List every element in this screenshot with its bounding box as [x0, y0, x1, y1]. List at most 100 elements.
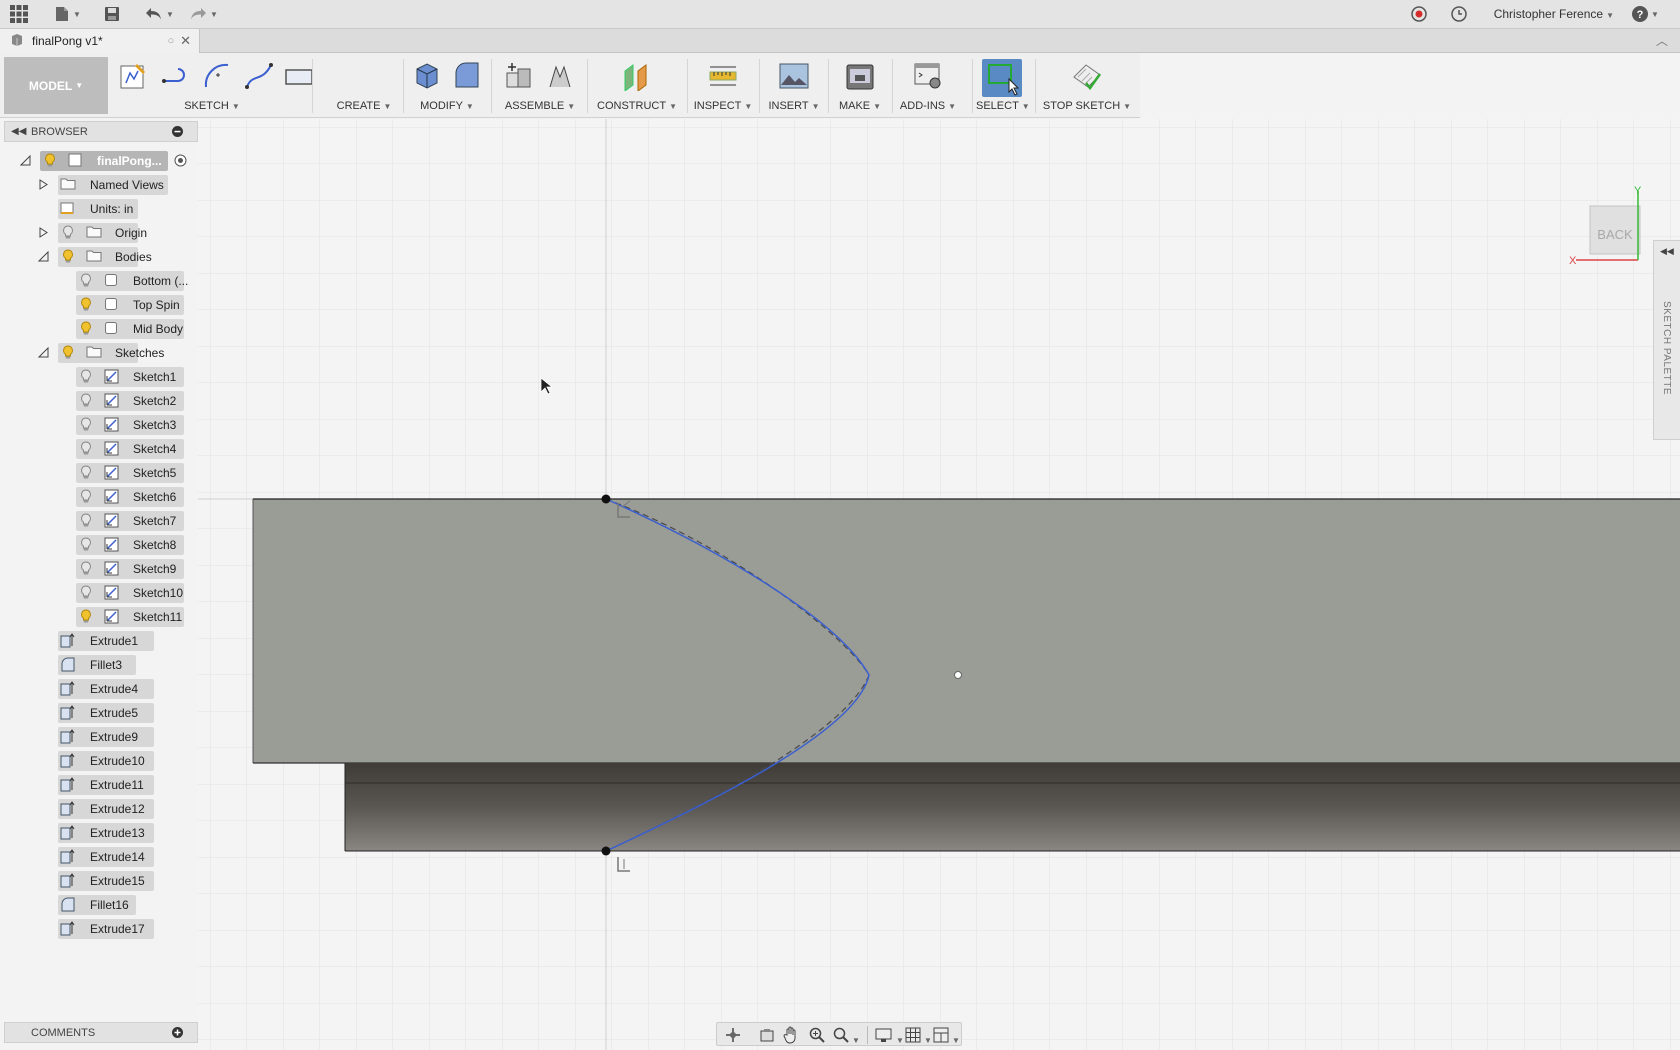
assemble-group[interactable]: ASSEMBLE ▼: [498, 53, 582, 118]
make-group[interactable]: MAKE ▼: [832, 53, 888, 118]
sketch-item[interactable]: Sketch2: [0, 390, 198, 411]
timeline-feature[interactable]: Extrude11: [0, 774, 198, 795]
grid-settings-icon[interactable]: ▼: [905, 1027, 932, 1046]
spline-tool-icon[interactable]: [244, 61, 274, 91]
expand-arrow-icon[interactable]: [38, 179, 49, 190]
modify-group[interactable]: MODIFY ▼: [408, 53, 486, 118]
addins-group[interactable]: ADD-INS ▼: [896, 53, 960, 118]
timeline-feature[interactable]: Extrude10: [0, 750, 198, 771]
document-tab[interactable]: finalPong v1* ○ ✕: [0, 29, 200, 53]
timeline-feature[interactable]: Extrude4: [0, 678, 198, 699]
named-views-folder[interactable]: Named Views: [0, 174, 198, 195]
user-account-menu[interactable]: Christopher Ference ▼: [1494, 7, 1614, 21]
sketch-point[interactable]: [954, 671, 962, 679]
timeline-feature[interactable]: Extrude5: [0, 702, 198, 723]
comments-panel[interactable]: COMMENTS: [4, 1022, 198, 1043]
press-pull-icon[interactable]: [412, 61, 442, 91]
sketch-group[interactable]: SKETCH ▼: [112, 53, 314, 118]
sketch-item[interactable]: Sketch11: [0, 606, 198, 627]
visibility-bulb-icon[interactable]: [80, 321, 92, 336]
sketch-item[interactable]: Sketch4: [0, 438, 198, 459]
record-icon[interactable]: [1411, 4, 1427, 24]
sketch-item[interactable]: Sketch7: [0, 510, 198, 531]
collapse-arrow-icon[interactable]: [37, 346, 49, 358]
visibility-bulb-icon[interactable]: [80, 489, 92, 504]
origin-folder[interactable]: Origin: [0, 222, 198, 243]
zoom-icon[interactable]: [809, 1027, 825, 1046]
visibility-bulb-icon[interactable]: [80, 537, 92, 552]
display-settings-icon[interactable]: ▼: [875, 1027, 904, 1046]
visibility-bulb-icon[interactable]: [80, 465, 92, 480]
rectangle-tool-icon[interactable]: [284, 61, 314, 91]
visibility-bulb-icon[interactable]: [80, 513, 92, 528]
sketch-item[interactable]: Sketch8: [0, 534, 198, 555]
sketches-folder[interactable]: Sketches: [0, 342, 198, 363]
create-sketch-icon[interactable]: [118, 61, 148, 91]
visibility-bulb-icon[interactable]: [62, 249, 74, 264]
create-menu[interactable]: CREATE ▼: [326, 53, 402, 118]
redo-icon[interactable]: ▼: [189, 4, 218, 24]
close-tab-icon[interactable]: ✕: [180, 33, 191, 49]
workspace-switcher[interactable]: MODEL ▼: [4, 57, 108, 114]
spline-endpoint-bottom[interactable]: [601, 846, 611, 856]
measure-icon[interactable]: [708, 61, 738, 91]
sketch-palette-tab[interactable]: ◀◀ SKETCH PALETTE: [1653, 240, 1680, 440]
sketch-item[interactable]: Sketch6: [0, 486, 198, 507]
look-at-icon[interactable]: [759, 1027, 775, 1046]
body-item[interactable]: Top Spin: [0, 294, 198, 315]
visibility-bulb-icon[interactable]: [80, 441, 92, 456]
visibility-bulb-icon[interactable]: [80, 561, 92, 576]
sketch-item[interactable]: Sketch10: [0, 582, 198, 603]
expand-palette-icon[interactable]: ◀◀: [1660, 246, 1674, 257]
add-comment-icon[interactable]: [172, 1027, 183, 1041]
fit-icon[interactable]: ▼: [833, 1027, 860, 1046]
mid-body-face[interactable]: [345, 763, 1680, 851]
activate-component-icon[interactable]: [174, 154, 187, 170]
visibility-bulb-icon[interactable]: [80, 297, 92, 312]
body-item[interactable]: Mid Body: [0, 318, 198, 339]
save-icon[interactable]: [104, 4, 120, 24]
undo-icon[interactable]: ▼: [145, 4, 174, 24]
timeline-feature[interactable]: Extrude14: [0, 846, 198, 867]
timeline-feature[interactable]: Extrude1: [0, 630, 198, 651]
select-tool-icon[interactable]: [982, 59, 1022, 97]
visibility-bulb-icon[interactable]: [80, 417, 92, 432]
arc-tool-icon[interactable]: [202, 61, 232, 91]
units-setting[interactable]: Units: in: [0, 198, 198, 219]
design-canvas[interactable]: BACK X Y: [198, 119, 1680, 1050]
line-tool-icon[interactable]: [160, 61, 190, 91]
help-icon[interactable]: ? ▼: [1632, 4, 1659, 24]
visibility-bulb-icon[interactable]: [62, 225, 74, 240]
insert-group[interactable]: INSERT ▼: [764, 53, 824, 118]
3d-print-icon[interactable]: [845, 61, 875, 91]
stop-sketch-group[interactable]: STOP SKETCH ▼: [1040, 53, 1134, 118]
sketch-item[interactable]: Sketch9: [0, 558, 198, 579]
joint-icon[interactable]: [546, 61, 576, 91]
top-body-face[interactable]: [253, 499, 1680, 763]
expand-arrow-icon[interactable]: [38, 227, 49, 238]
fillet-icon[interactable]: [452, 61, 482, 91]
file-menu-icon[interactable]: ▼: [54, 4, 81, 24]
sketch-item[interactable]: Sketch1: [0, 366, 198, 387]
visibility-bulb-icon[interactable]: [80, 609, 92, 624]
visibility-bulb-icon[interactable]: [80, 273, 92, 288]
sketch-item[interactable]: Sketch5: [0, 462, 198, 483]
browser-root-document[interactable]: finalPong...: [0, 150, 198, 171]
timeline-feature[interactable]: Extrude12: [0, 798, 198, 819]
timeline-feature[interactable]: Extrude13: [0, 822, 198, 843]
visibility-bulb-icon[interactable]: [80, 393, 92, 408]
visibility-bulb-icon[interactable]: [80, 369, 92, 384]
viewports-icon[interactable]: ▼: [933, 1027, 960, 1046]
insert-image-icon[interactable]: [779, 61, 809, 91]
timeline-feature[interactable]: Extrude17: [0, 918, 198, 939]
orbit-icon[interactable]: [725, 1027, 743, 1046]
inspect-group[interactable]: INSPECT ▼: [692, 53, 754, 118]
browser-header[interactable]: ◀◀ BROWSER: [4, 121, 198, 142]
visibility-bulb-icon[interactable]: [62, 345, 74, 360]
visibility-bulb-icon[interactable]: [44, 153, 56, 168]
construct-group[interactable]: CONSTRUCT ▼: [592, 53, 682, 118]
body-item[interactable]: Bottom (...: [0, 270, 198, 291]
visibility-bulb-icon[interactable]: [80, 585, 92, 600]
app-grid-icon[interactable]: [10, 4, 28, 24]
new-component-icon[interactable]: [504, 61, 534, 91]
